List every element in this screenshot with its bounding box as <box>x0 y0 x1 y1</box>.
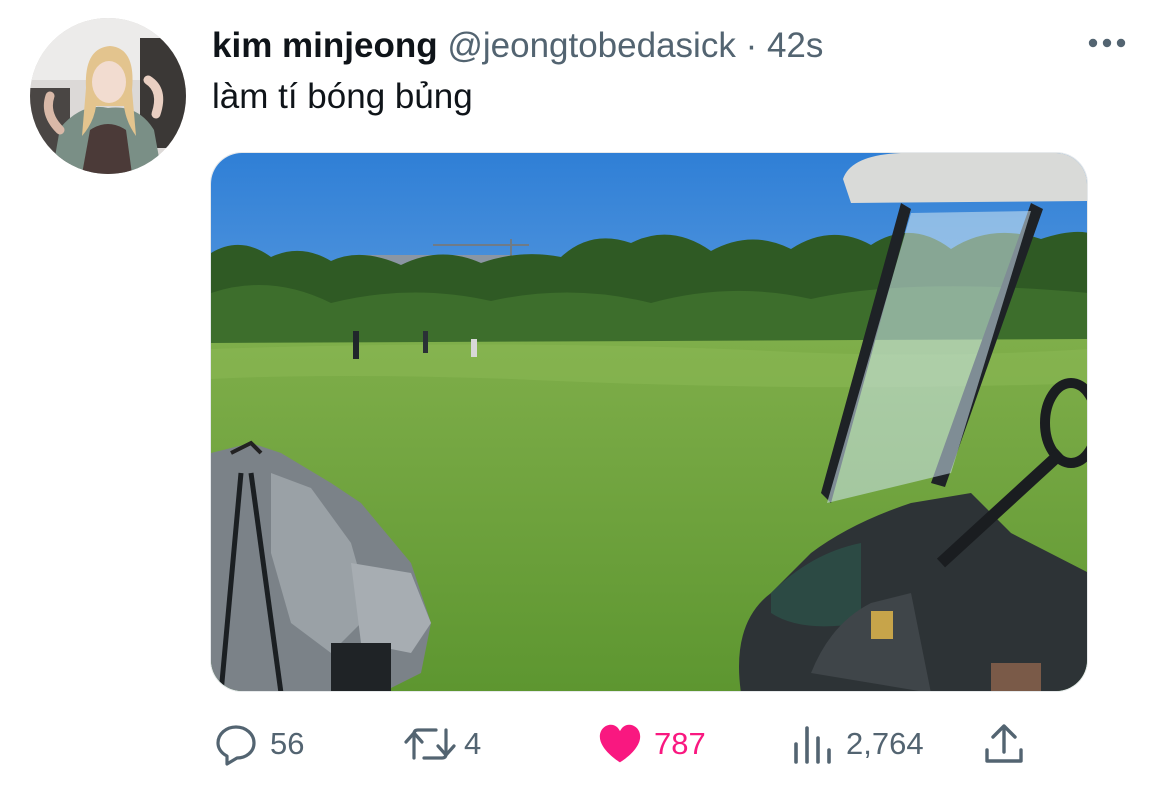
tweet-header: kim minjeong @jeongtobedasick · 42s <box>212 26 823 66</box>
views-button[interactable]: 2,764 <box>790 720 924 768</box>
tweet-media-photo[interactable] <box>210 152 1088 692</box>
views-bars-icon <box>794 726 831 764</box>
more-horizontal-icon <box>1088 38 1126 48</box>
golf-course-photo <box>211 153 1087 691</box>
reply-button[interactable]: 56 <box>214 720 304 768</box>
tweet-text: làm tí bóng bủng <box>212 77 473 116</box>
like-button[interactable]: 787 <box>598 720 706 768</box>
retweet-count: 4 <box>464 726 482 761</box>
more-options-button[interactable] <box>1084 28 1130 58</box>
retweet-button[interactable]: 4 <box>402 720 481 768</box>
retweet-arrows-icon <box>404 728 456 760</box>
heart-filled-icon <box>599 724 641 763</box>
reply-bubble-icon <box>216 725 256 766</box>
share-button[interactable] <box>982 720 1038 768</box>
like-count: 787 <box>654 726 706 761</box>
tweet-card[interactable]: kim minjeong @jeongtobedasick · 42s làm … <box>0 0 1170 792</box>
reply-count: 56 <box>270 726 305 761</box>
share-upload-icon <box>985 724 1023 763</box>
views-count: 2,764 <box>846 726 924 761</box>
avatar-image <box>30 18 186 174</box>
header-separator: · <box>745 26 758 65</box>
author-display-name[interactable]: kim minjeong <box>212 26 438 65</box>
tweet-timestamp[interactable]: 42s <box>767 26 823 65</box>
author-handle[interactable]: @jeongtobedasick <box>447 26 736 65</box>
avatar[interactable] <box>30 18 186 174</box>
